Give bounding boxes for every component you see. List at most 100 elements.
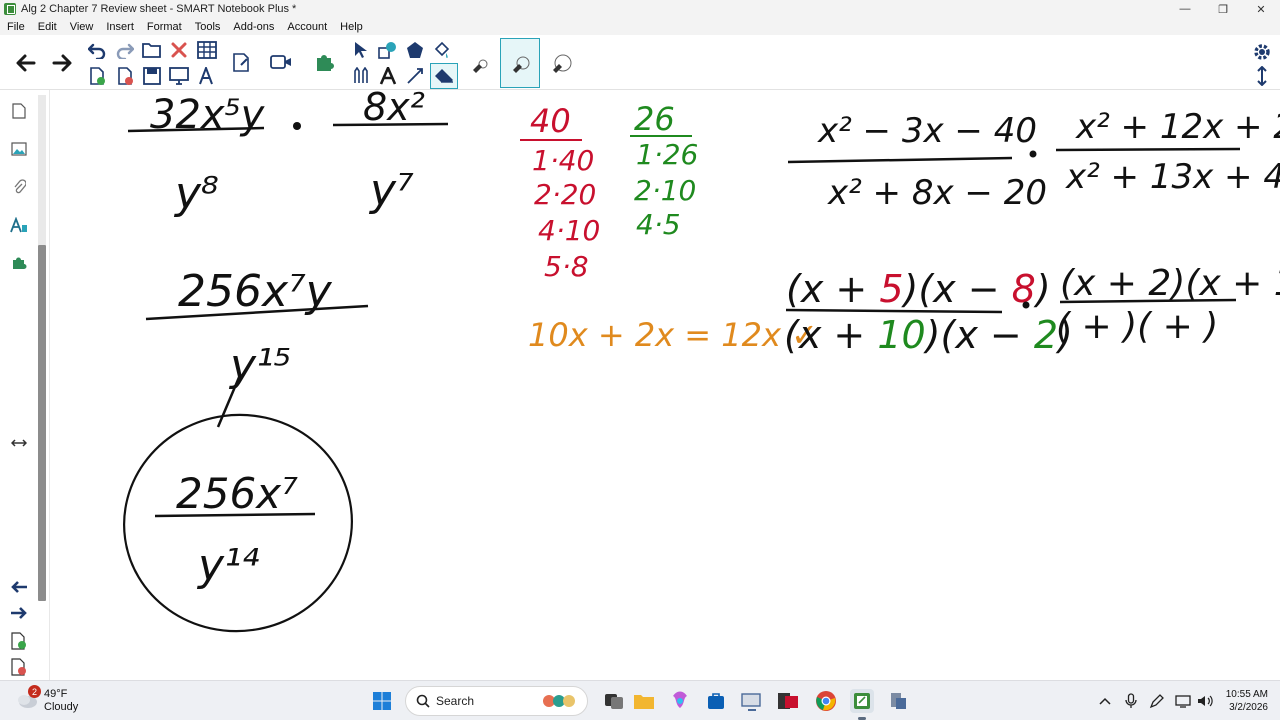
menu-edit[interactable]: Edit bbox=[31, 21, 63, 33]
smart-notebook-taskbar-icon[interactable] bbox=[850, 689, 874, 713]
microphone-icon[interactable] bbox=[1122, 691, 1140, 711]
menu-format[interactable]: Format bbox=[140, 21, 188, 33]
eraser-large-icon[interactable] bbox=[542, 38, 578, 88]
result-numerator: 256x⁷ bbox=[176, 469, 298, 518]
add-content-icon[interactable] bbox=[229, 49, 253, 75]
eraser-medium-icon[interactable] bbox=[500, 38, 540, 88]
settings-gear-icon[interactable] bbox=[1250, 40, 1274, 64]
factored-den1-green-2: 2 bbox=[1034, 313, 1058, 357]
factored-num1-part-c: ) bbox=[1033, 267, 1051, 311]
task-view-icon[interactable] bbox=[602, 689, 626, 713]
minimize-button[interactable]: — bbox=[1166, 0, 1204, 18]
expr1-denominator: y⁸ bbox=[173, 168, 219, 219]
line-tool-icon[interactable] bbox=[404, 65, 426, 87]
network-icon[interactable] bbox=[1174, 691, 1192, 711]
pen-menu-icon[interactable] bbox=[1148, 691, 1166, 711]
factored-numerator-1: (x + 5)(x − 8) bbox=[786, 267, 1051, 311]
add-ons-puzzle-icon[interactable] bbox=[310, 49, 338, 75]
fill-tool-icon[interactable] bbox=[431, 39, 453, 61]
gallery-icon[interactable] bbox=[8, 138, 30, 160]
factored-denominator-2: ( + )( + ) bbox=[1056, 306, 1218, 347]
factors26-row-3: 4·5 bbox=[636, 208, 681, 241]
text-a-icon[interactable] bbox=[377, 65, 399, 87]
weather-widget[interactable]: 49°F Cloudy bbox=[16, 687, 78, 715]
close-button[interactable]: ✕ bbox=[1242, 0, 1280, 18]
remote-desktop-icon[interactable] bbox=[740, 689, 764, 713]
volume-icon[interactable] bbox=[1196, 691, 1214, 711]
factors40-row-2: 2·20 bbox=[534, 178, 596, 211]
factors40-row-3: 4·10 bbox=[538, 214, 600, 247]
menu-view[interactable]: View bbox=[63, 21, 100, 33]
classroom-app-icon[interactable] bbox=[776, 689, 800, 713]
delete-icon[interactable] bbox=[168, 39, 190, 61]
windows-start-icon[interactable] bbox=[370, 689, 394, 713]
sidebar-previous-page-icon[interactable] bbox=[8, 576, 30, 598]
search-label: Search bbox=[436, 694, 475, 708]
factored-num1-part-b: )(x − bbox=[901, 267, 1012, 311]
factored-numerator-2: (x + 2)(x + 10) bbox=[1060, 263, 1280, 304]
undo-icon[interactable] bbox=[86, 39, 108, 61]
next-page-icon[interactable] bbox=[50, 50, 76, 76]
expr2-fraction-bar bbox=[332, 122, 449, 127]
factors40-row-4: 5·8 bbox=[544, 250, 589, 283]
menu-tools[interactable]: Tools bbox=[188, 21, 227, 33]
add-ons-tab-icon[interactable] bbox=[8, 252, 30, 274]
attachments-icon[interactable] bbox=[8, 176, 30, 198]
menu-help[interactable]: Help bbox=[333, 21, 369, 33]
screen-shade-icon[interactable] bbox=[168, 65, 190, 87]
factors40-row-1: 1·40 bbox=[532, 144, 594, 177]
table-icon[interactable] bbox=[195, 39, 219, 61]
multiply-dot-3 bbox=[1022, 301, 1030, 309]
redo-icon[interactable] bbox=[114, 39, 136, 61]
open-file-icon[interactable] bbox=[141, 39, 163, 61]
shapes-tool-icon[interactable] bbox=[377, 39, 399, 61]
file-explorer-icon[interactable] bbox=[632, 689, 656, 713]
pens-tool-icon[interactable] bbox=[350, 65, 372, 87]
scroll-track[interactable] bbox=[38, 95, 46, 245]
result-denominator: y¹⁴ bbox=[196, 540, 260, 591]
chrome-icon[interactable] bbox=[814, 689, 838, 713]
whiteboard-canvas[interactable]: .hw { font-family: "DejaVu Sans", sans-s… bbox=[50, 90, 1280, 680]
multiply-dot-1 bbox=[293, 122, 301, 130]
menu-file[interactable]: File bbox=[0, 21, 31, 33]
system-clock[interactable]: 10:55 AM 3/2/2026 bbox=[1226, 688, 1268, 714]
delete-page-icon[interactable] bbox=[114, 65, 136, 87]
previous-page-icon[interactable] bbox=[12, 50, 38, 76]
menu-insert[interactable]: Insert bbox=[99, 21, 140, 33]
windows-taskbar: 49°F Cloudy 2 Search 10:55 AM 3/2/2026 bbox=[0, 680, 1280, 720]
select-tool-icon[interactable] bbox=[350, 39, 372, 61]
factors26-head: 26 bbox=[634, 100, 675, 138]
expr2-denominator: y⁷ bbox=[368, 165, 414, 216]
answer-circle bbox=[123, 413, 353, 633]
expand-sidebar-icon[interactable] bbox=[8, 432, 30, 454]
eraser-small-icon[interactable] bbox=[462, 38, 498, 88]
show-hidden-icons-icon[interactable] bbox=[1096, 691, 1114, 711]
vertical-scrollbar[interactable] bbox=[38, 245, 46, 601]
polygon-tool-icon[interactable] bbox=[404, 39, 426, 61]
new-page-icon[interactable] bbox=[86, 65, 108, 87]
sidebar-next-page-icon[interactable] bbox=[8, 602, 30, 624]
toolbar bbox=[0, 35, 1280, 90]
record-video-icon[interactable] bbox=[268, 49, 294, 75]
maximize-button[interactable]: ❐ bbox=[1204, 0, 1242, 18]
eraser-tool-icon[interactable] bbox=[430, 63, 458, 89]
arrow-line bbox=[216, 374, 242, 428]
properties-icon[interactable] bbox=[8, 214, 30, 236]
copilot-icon[interactable] bbox=[668, 689, 692, 713]
smart-tools-icon[interactable] bbox=[886, 689, 910, 713]
rational-numerator-2: x² + 12x + 20 bbox=[1075, 107, 1280, 147]
toolbar-move-icon[interactable] bbox=[1250, 64, 1274, 88]
factors40-head: 40 bbox=[530, 102, 571, 140]
taskbar-search[interactable]: Search bbox=[405, 686, 588, 716]
save-icon[interactable] bbox=[141, 65, 163, 87]
sidebar-add-page-icon[interactable] bbox=[8, 630, 30, 652]
notification-badge: 2 bbox=[28, 685, 41, 698]
smart-notebook-window: Alg 2 Chapter 7 Review sheet - SMART Not… bbox=[0, 0, 1280, 720]
sidebar-delete-page-icon[interactable] bbox=[8, 656, 30, 678]
text-tool-icon[interactable] bbox=[195, 65, 219, 87]
menu-addons[interactable]: Add-ons bbox=[226, 21, 280, 33]
page-sorter-icon[interactable] bbox=[8, 100, 30, 122]
microsoft-store-icon[interactable] bbox=[704, 689, 728, 713]
menu-account[interactable]: Account bbox=[280, 21, 333, 33]
handwriting-layer: .hw { font-family: "DejaVu Sans", sans-s… bbox=[123, 90, 1280, 633]
